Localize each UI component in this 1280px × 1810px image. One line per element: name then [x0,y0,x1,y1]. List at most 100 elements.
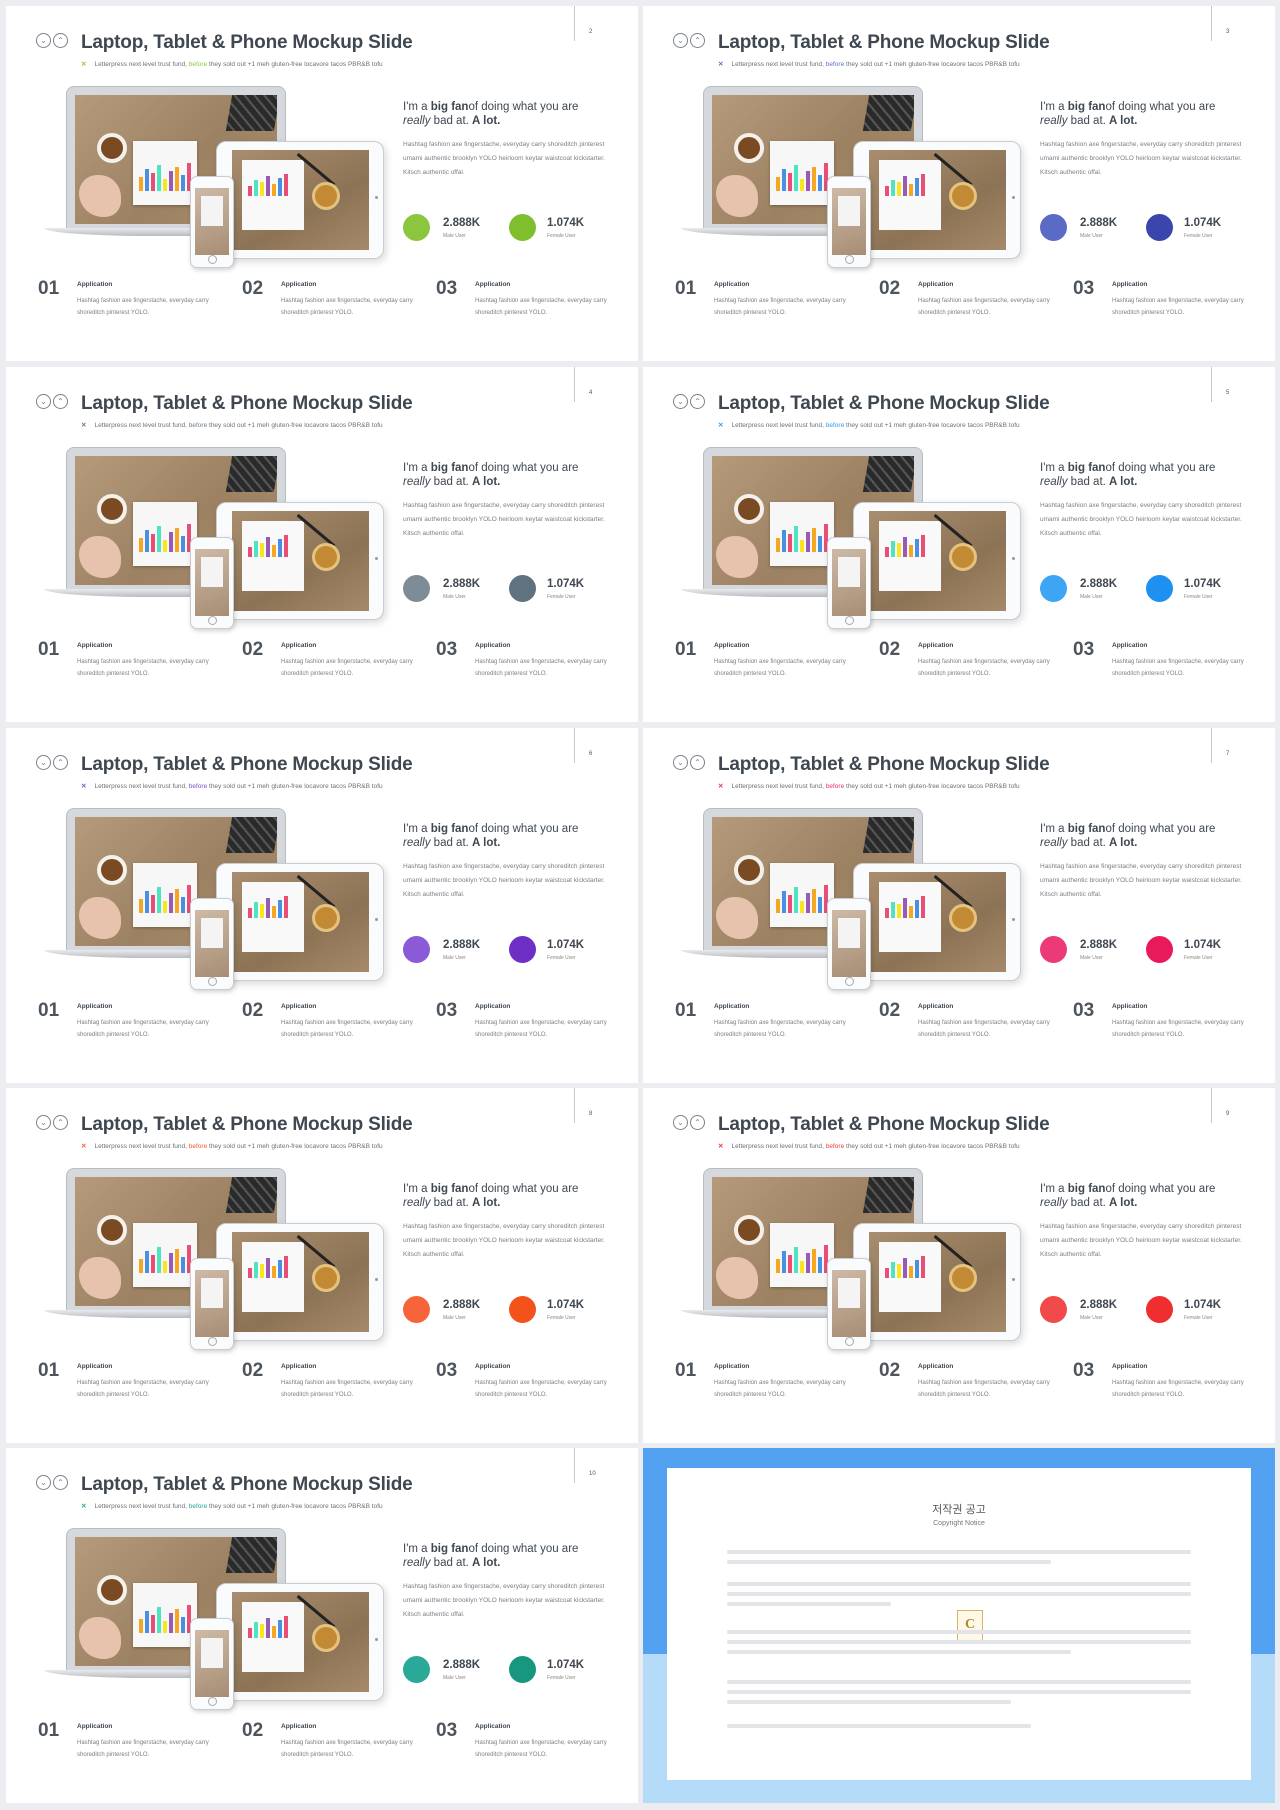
chart-bar [284,896,288,918]
slide[interactable]: ⌄ ⌃ Laptop, Tablet & Phone Mockup Slide … [643,6,1275,361]
chart-bar [181,175,185,191]
headline-text: of doing what you are [468,1543,579,1555]
chevron-up-icon[interactable]: ⌃ [690,1115,705,1130]
female-user-dot [1146,936,1173,963]
phone-screen-image [195,1630,229,1697]
chart-bar [903,176,907,196]
close-icon: ✕ [718,61,724,68]
feature-item: 03 Application Hashtag fashion axe finge… [436,1360,616,1410]
chevron-down-icon[interactable]: ⌄ [36,1475,51,1490]
slide[interactable]: ⌄ ⌃ Laptop, Tablet & Phone Mockup Slide … [643,728,1275,1083]
chart-bar [800,179,804,191]
slide[interactable]: ⌄ ⌃ Laptop, Tablet & Phone Mockup Slide … [643,1088,1275,1443]
chevron-down-icon[interactable]: ⌄ [673,1115,688,1130]
feature-number: 03 [436,639,458,660]
chart-bar [175,167,179,191]
headline: I'm a big fanof doing what you are really… [1040,1182,1255,1210]
tablet-mockup [853,502,1021,620]
slide[interactable]: ⌄ ⌃ Laptop, Tablet & Phone Mockup Slide … [6,1448,638,1803]
chevron-down-icon[interactable]: ⌄ [36,33,51,48]
headline-text: of doing what you are [1105,101,1216,113]
female-user-value: 1.074K [547,939,585,951]
chevron-down-icon[interactable]: ⌄ [36,755,51,770]
headline-italic: really [403,1197,431,1209]
feature-item: 02 Application Hashtag fashion axe finge… [879,1000,1059,1050]
phone-mockup [827,176,871,268]
chevron-up-icon[interactable]: ⌃ [53,33,68,48]
feature-description: Hashtag fashion axe fingerstache, everyd… [714,659,846,677]
slide[interactable]: ⌄ ⌃ Laptop, Tablet & Phone Mockup Slide … [6,1088,638,1443]
headline-italic: really [403,837,431,849]
chart-bar [818,1257,822,1273]
chevron-down-icon[interactable]: ⌄ [673,394,688,409]
close-icon: ✕ [718,422,724,429]
page-divider [574,1088,575,1123]
phone-screen-image [832,188,866,255]
chart-bar [248,908,252,918]
male-user-label: Male User [1080,1315,1103,1321]
feature-number: 02 [879,278,901,299]
feature-title: Application [1112,281,1148,288]
chevron-up-icon[interactable]: ⌃ [53,755,68,770]
keyboard-image [862,456,914,492]
description: Hashtag fashion axe fingerstache, everyd… [1040,502,1242,537]
chart-bar [806,532,810,552]
subtitle-highlight: before [825,783,845,790]
chart-bar [915,178,919,196]
headline-bold: A lot. [472,837,501,849]
chevron-down-icon[interactable]: ⌄ [36,1115,51,1130]
feature-number: 02 [242,278,264,299]
chevron-up-icon[interactable]: ⌃ [690,755,705,770]
subtitle-highlight: before [188,1143,208,1150]
copyright-text-line [727,1550,1191,1554]
phone-mockup [190,1258,234,1350]
male-user-value: 2.888K [1080,939,1118,951]
chevron-down-icon[interactable]: ⌄ [673,755,688,770]
phone-screen-image [195,910,229,977]
slide-nav: ⌄ ⌃ [673,33,705,48]
feature-description: Hashtag fashion axe fingerstache, everyd… [714,298,846,316]
feature-description: Hashtag fashion axe fingerstache, everyd… [281,1740,413,1758]
feature-description: Hashtag fashion axe fingerstache, everyd… [77,659,209,677]
chevron-up-icon[interactable]: ⌃ [690,394,705,409]
chart-bar [260,543,264,557]
feature-item: 02 Application Hashtag fashion axe finge… [879,278,1059,328]
description: Hashtag fashion axe fingerstache, everyd… [403,141,605,176]
page-divider [1211,1088,1212,1123]
tea-cup-image [312,1624,340,1652]
female-user-dot [1146,575,1173,602]
slide[interactable]: ⌄ ⌃ Laptop, Tablet & Phone Mockup Slide … [6,728,638,1083]
headline-text: I'm a [1040,1183,1068,1195]
slide-subtitle: ✕ Letterpress next level trust fund, befo… [718,60,1020,68]
female-user-dot [509,575,536,602]
chart-bar [266,1618,270,1638]
chevron-down-icon[interactable]: ⌄ [673,33,688,48]
slide[interactable]: ⌄ ⌃ Laptop, Tablet & Phone Mockup Slide … [6,367,638,722]
slide[interactable]: ⌄ ⌃ Laptop, Tablet & Phone Mockup Slide … [6,6,638,361]
page-divider [574,728,575,763]
chevron-up-icon[interactable]: ⌃ [53,1475,68,1490]
chevron-up-icon[interactable]: ⌃ [53,394,68,409]
male-user-dot [403,214,430,241]
chevron-up-icon[interactable]: ⌃ [53,1115,68,1130]
male-user-value: 2.888K [443,217,481,229]
chevron-up-icon[interactable]: ⌃ [690,33,705,48]
feature-item: 02 Application Hashtag fashion axe finge… [242,1360,422,1410]
description: Hashtag fashion axe fingerstache, everyd… [1040,141,1242,176]
description: Hashtag fashion axe fingerstache, everyd… [403,863,605,898]
chart-bar [806,171,810,191]
chevron-down-icon[interactable]: ⌄ [36,394,51,409]
close-icon: ✕ [81,422,87,429]
feature-item: 02 Application Hashtag fashion axe finge… [242,1000,422,1050]
chart-bar [776,177,780,191]
feature-description: Hashtag fashion axe fingerstache, everyd… [77,1020,209,1038]
feature-item: 02 Application Hashtag fashion axe finge… [879,1360,1059,1410]
headline: I'm a big fanof doing what you are really… [1040,461,1255,489]
feature-item: 01 Application Hashtag fashion axe finge… [38,1720,218,1770]
page-number: 10 [589,1471,596,1477]
male-user-value: 2.888K [443,1299,481,1311]
chart-bar [909,1266,913,1278]
slide[interactable]: ⌄ ⌃ Laptop, Tablet & Phone Mockup Slide … [643,367,1275,722]
chart-bar [794,526,798,552]
feature-title: Application [918,1003,954,1010]
